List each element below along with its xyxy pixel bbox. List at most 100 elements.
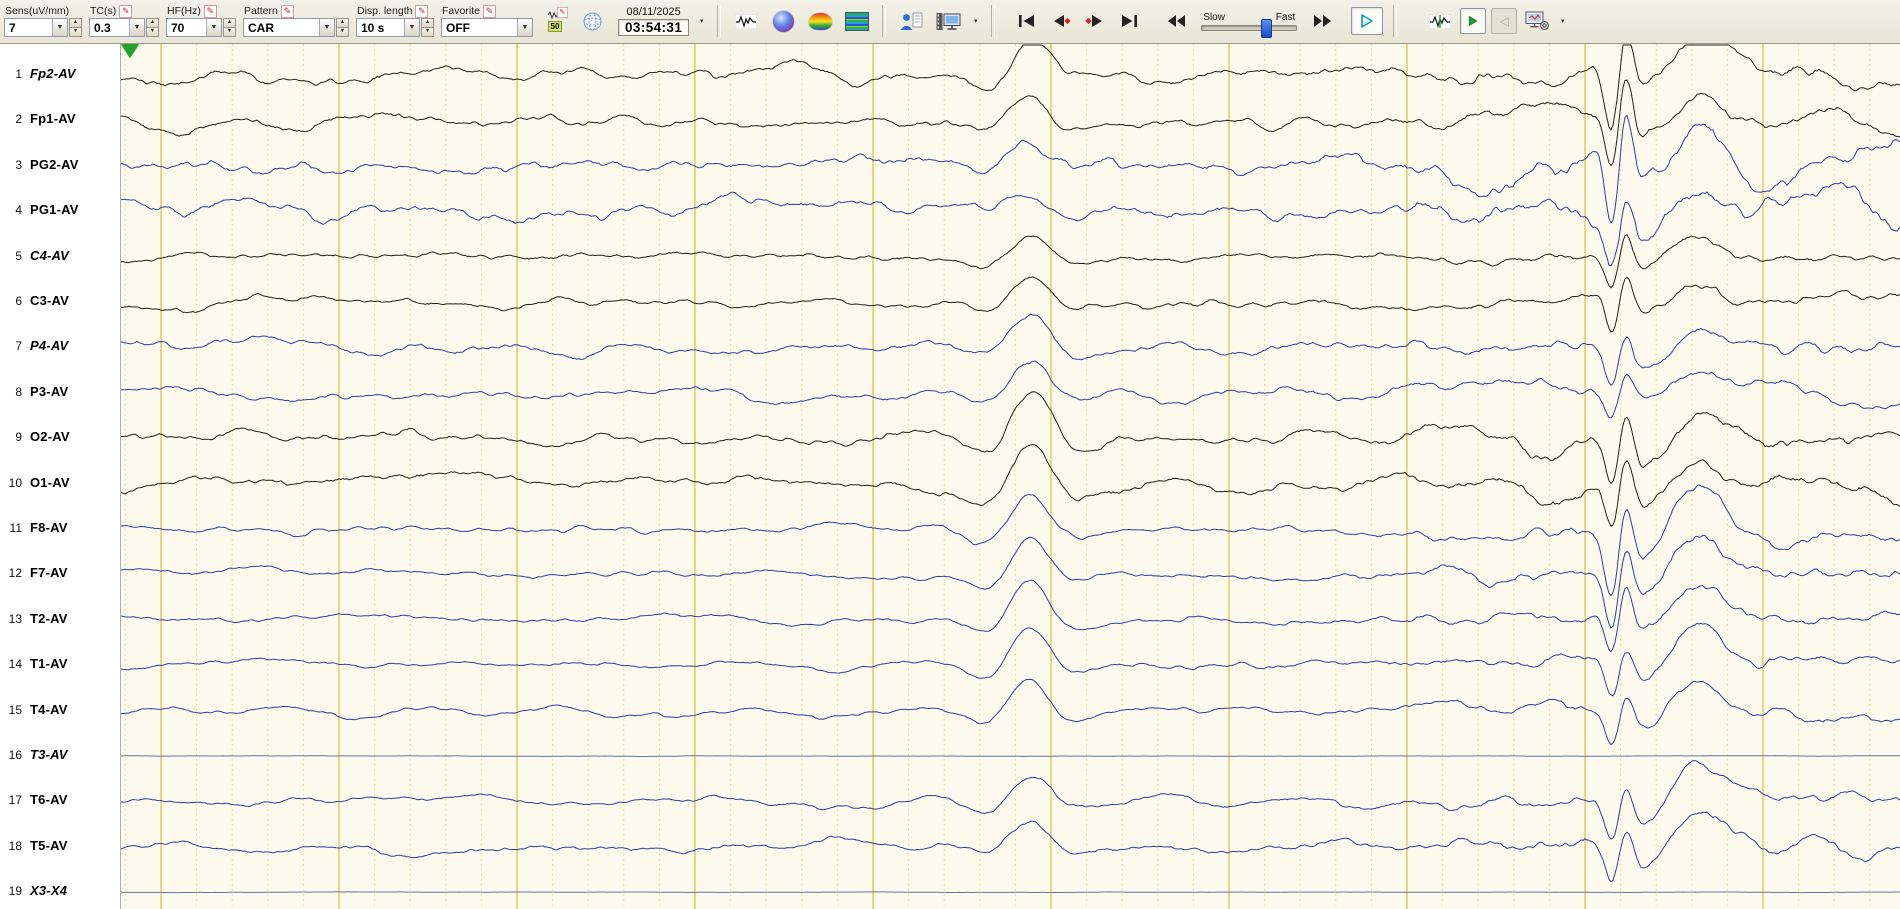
channel-label-row[interactable]: 9 O2-AV [0, 429, 70, 445]
photic-globe-button[interactable] [577, 5, 607, 37]
patient-info-button[interactable] [896, 5, 926, 37]
fast-label: Fast [1275, 11, 1296, 23]
channel-label-row[interactable]: 14 T1-AV [0, 656, 68, 672]
chevron-down-icon[interactable]: ▼ [517, 19, 532, 36]
play-button[interactable] [1351, 7, 1384, 35]
hf-combobox[interactable]: 70 ▼ [166, 18, 222, 37]
fast-backward-icon [1167, 15, 1185, 27]
channel-label: F8-AV [30, 520, 68, 535]
channel-label-row[interactable]: 6 C3-AV [0, 293, 69, 309]
fast-backward-button[interactable] [1160, 7, 1192, 35]
favorite-edit-icon[interactable]: ✎ [482, 4, 496, 18]
channel-label-row[interactable]: 12 F7-AV [0, 565, 68, 581]
tc-spin-up[interactable]: ▲ [146, 18, 159, 28]
step-back-button[interactable] [1045, 7, 1077, 35]
jump-start-button[interactable] [1011, 7, 1043, 35]
position-marker-icon[interactable] [121, 44, 139, 58]
datetime-dropdown-arrow[interactable]: ▾ [696, 17, 707, 25]
network-monitor-button[interactable] [1522, 5, 1552, 37]
chevron-down-icon[interactable]: ▼ [206, 19, 221, 36]
channel-number: 14 [8, 657, 22, 672]
field-tc: TC(s) ✎ 0.3 ▼ ▲ ▼ [89, 1, 159, 41]
sens-spin-down[interactable]: ▼ [69, 28, 82, 37]
hf-edit-icon[interactable]: ✎ [203, 4, 217, 18]
video-button[interactable] [933, 5, 963, 37]
jump-start-icon [1019, 15, 1035, 27]
tc-combobox[interactable]: 0.3 ▼ [89, 18, 145, 37]
disp-spin-up[interactable]: ▲ [421, 18, 434, 28]
channel-label: T5-AV [30, 837, 68, 853]
favorite-label: Favorite [442, 5, 480, 17]
channel-number: 13 [8, 611, 22, 626]
channel-label-row[interactable]: 3 PG2-AV [0, 157, 79, 173]
hf-spin-down[interactable]: ▼ [223, 28, 236, 37]
dsa-trend-button[interactable] [842, 5, 872, 37]
channel-label-row[interactable]: 4 PG1-AV [0, 202, 79, 218]
notch-filter-button[interactable]: ✎ 50 [540, 5, 570, 37]
pattern-combobox[interactable]: CAR ▼ [243, 18, 335, 37]
fast-forward-button[interactable] [1306, 7, 1338, 35]
eeg-trace [121, 759, 1900, 840]
jump-end-button[interactable] [1113, 7, 1145, 35]
eeg-trace [121, 360, 1900, 419]
channel-number: 9 [15, 430, 22, 445]
disp-combobox[interactable]: 10 s ▼ [356, 18, 420, 37]
waveform-view-button[interactable] [731, 5, 761, 37]
hf-spinner: ▲ ▼ [223, 18, 236, 37]
chevron-down-icon[interactable]: ▼ [404, 19, 419, 36]
channel-label: T6-AV [30, 792, 68, 808]
channel-label-row[interactable]: 1 Fp2-AV [0, 66, 76, 82]
hf-spin-up[interactable]: ▲ [223, 18, 236, 28]
play-icon [1361, 14, 1374, 28]
eeg-trace [121, 678, 1900, 746]
channel-label-row[interactable]: 19 X3-X4 [0, 883, 67, 899]
speed-slider-handle[interactable] [1260, 18, 1272, 38]
chevron-down-icon[interactable]: ▼ [129, 19, 144, 36]
sens-spin-up[interactable]: ▲ [69, 18, 82, 28]
channel-label-row[interactable]: 13 T2-AV [0, 611, 68, 627]
channel-label-row[interactable]: 16 T3-AV [0, 747, 68, 763]
channel-label-row[interactable]: 17 T6-AV [0, 792, 68, 808]
channel-label-row[interactable]: 2 Fp1-AV [0, 111, 76, 127]
channel-label-row[interactable]: 15 T4-AV [0, 702, 68, 718]
eeg-trace [121, 44, 1900, 131]
notch-edit-icon[interactable]: ✎ [556, 6, 569, 19]
channel-label-row[interactable]: 8 P3-AV [0, 384, 68, 400]
eeg-display[interactable] [121, 44, 1900, 909]
chevron-down-icon[interactable]: ▼ [52, 19, 67, 36]
brain-map-button[interactable] [768, 5, 798, 37]
play-event-button[interactable] [1460, 8, 1487, 34]
channel-label: O2-AV [30, 429, 70, 445]
channel-label-row[interactable]: 5 C4-AV [0, 248, 69, 264]
toolbar-field-groups: Sens(uV/mm) 7 ▼ ▲ ▼ TC(s) ✎ 0.3 ▼ ▲ ▼ HF(Hz) ✎ 70 ▼ ▲ ▼ P… [4, 1, 533, 41]
eeg-trace [121, 276, 1900, 333]
chevron-down-icon[interactable]: ▼ [319, 19, 334, 36]
toolbar-separator [991, 5, 996, 37]
video-dropdown-arrow[interactable]: ▾ [970, 17, 981, 25]
pattern-spin-up[interactable]: ▲ [336, 18, 349, 28]
patient-document-icon [900, 12, 923, 30]
more-dropdown-arrow[interactable]: ▾ [1557, 17, 1568, 25]
tc-edit-icon[interactable]: ✎ [119, 4, 133, 18]
sens-combobox[interactable]: 7 ▼ [4, 18, 68, 37]
step-forward-button[interactable] [1079, 7, 1111, 35]
channel-label-row[interactable]: 18 T5-AV [0, 838, 68, 854]
datetime-display: 08/11/2025 03:54:31 [618, 6, 690, 36]
channel-label-row[interactable]: 7 P4-AV [0, 338, 68, 354]
speed-slider-track[interactable] [1201, 18, 1298, 38]
pattern-edit-icon[interactable]: ✎ [280, 4, 294, 18]
jump-end-icon [1122, 15, 1138, 27]
toolbar: Sens(uV/mm) 7 ▼ ▲ ▼ TC(s) ✎ 0.3 ▼ ▲ ▼ HF(Hz) ✎ 70 ▼ ▲ ▼ P… [0, 0, 1900, 44]
channel-label-row[interactable]: 11 F8-AV [0, 520, 68, 536]
pattern-spin-down[interactable]: ▼ [336, 28, 349, 37]
tc-spin-down[interactable]: ▼ [146, 28, 159, 37]
channel-label: T1-AV [30, 656, 68, 672]
disp-edit-icon[interactable]: ✎ [415, 4, 429, 18]
topo-map-button[interactable] [805, 5, 835, 37]
prev-page-button[interactable]: ◁ [1491, 8, 1518, 34]
disp-spin-down[interactable]: ▼ [421, 28, 434, 37]
speed-slider[interactable]: Slow Fast [1201, 11, 1298, 38]
channel-label-row[interactable]: 10 O1-AV [0, 475, 70, 491]
wave-tool-button[interactable] [1425, 5, 1455, 37]
favorite-combobox[interactable]: OFF ▼ [441, 18, 533, 37]
